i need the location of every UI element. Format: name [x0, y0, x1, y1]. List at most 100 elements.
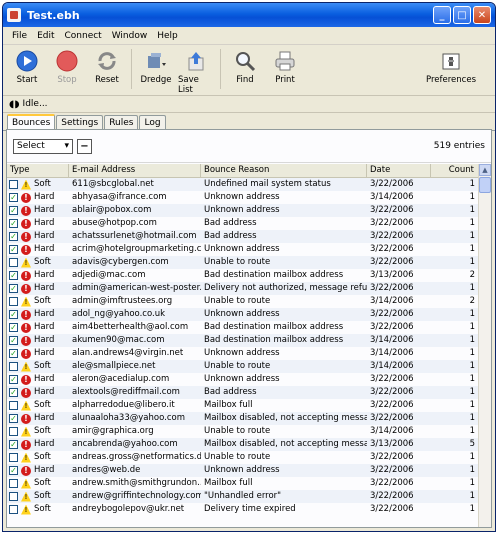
stop-button[interactable]: Stop	[49, 47, 85, 85]
select-dropdown[interactable]: Select ▾	[13, 138, 73, 154]
table-row[interactable]: ! Soft alpharredodue@libero.it Mailbox full…	[7, 399, 491, 412]
col-count[interactable]: Count	[431, 164, 479, 177]
row-checkbox[interactable]: ✓	[9, 271, 18, 280]
tab-log[interactable]: Log	[139, 115, 166, 130]
type-label: Hard	[34, 374, 55, 384]
start-button[interactable]: Start	[9, 47, 45, 85]
table-row[interactable]: ✓! Hard aleron@acedialup.com Unknown addres…	[7, 373, 491, 386]
print-button[interactable]: Print	[267, 47, 303, 85]
table-row[interactable]: ✓! Hard andres@web.de Unknown address 3/22/2…	[7, 464, 491, 477]
close-button[interactable]: ✕	[473, 6, 491, 24]
table-row[interactable]: ! Soft 611@sbcglobal.net Undefined mail sys…	[7, 178, 491, 191]
type-label: Hard	[34, 270, 55, 280]
vertical-scrollbar[interactable]: ▲	[478, 164, 491, 527]
table-row[interactable]: ✓! Hard abhyasa@ifrance.com Unknown address…	[7, 191, 491, 204]
row-checkbox[interactable]	[9, 427, 18, 436]
table-row[interactable]: ✓! Hard abuse@hotpop.com Bad address 3/22/20…	[7, 217, 491, 230]
table-row[interactable]: ! Soft admin@imftrustees.org Unable to rout…	[7, 295, 491, 308]
tab-rules[interactable]: Rules	[104, 115, 139, 130]
table-row[interactable]: ! Soft andreybogolepov@ukr.net Delivery tim…	[7, 503, 491, 516]
warning-icon: !	[21, 296, 31, 307]
table-row[interactable]: ✓! Hard alunaaloha33@yahoo.com Mailbox disa…	[7, 412, 491, 425]
type-cell: ! Soft	[7, 503, 69, 516]
table-row[interactable]: ✓! Hard aim4betterhealth@aol.com Bad destin…	[7, 321, 491, 334]
date-cell: 3/22/2006	[370, 205, 414, 215]
count-cell: 1	[469, 179, 475, 189]
reason-cell: Unknown address	[204, 309, 280, 319]
row-checkbox[interactable]	[9, 180, 18, 189]
row-checkbox[interactable]: ✓	[9, 193, 18, 202]
dredge-button[interactable]: Dredge	[138, 47, 174, 85]
scroll-thumb[interactable]	[479, 177, 491, 193]
table-row[interactable]: ! Soft andrew.smith@smithgrundon.... Mailbo…	[7, 477, 491, 490]
menu-help[interactable]: Help	[152, 31, 183, 41]
row-checkbox[interactable]: ✓	[9, 336, 18, 345]
reset-button[interactable]: Reset	[89, 47, 125, 85]
table-row[interactable]: ! Soft ale@smallpiece.net Unable to route 3/…	[7, 360, 491, 373]
table-row[interactable]: ✓! Hard akumen90@mac.com Bad destination ma…	[7, 334, 491, 347]
row-checkbox[interactable]	[9, 401, 18, 410]
preferences-button[interactable]: Preferences	[421, 47, 481, 85]
table-row[interactable]: ✓! Hard acrim@hotelgroupmarketing.com Unkno…	[7, 243, 491, 256]
menu-file[interactable]: File	[7, 31, 32, 41]
table-row[interactable]: ✓! Hard adjedi@mac.com Bad destination mail…	[7, 269, 491, 282]
col-date[interactable]: Date	[367, 164, 431, 177]
row-checkbox[interactable]	[9, 492, 18, 501]
minimize-button[interactable]: _	[433, 6, 451, 24]
row-checkbox[interactable]	[9, 453, 18, 462]
table-row[interactable]: ✓! Hard alan.andrews4@virgin.net Unknown ad…	[7, 347, 491, 360]
table-row[interactable]: ✓! Hard ablair@pobox.com Unknown address 3/2…	[7, 204, 491, 217]
type-cell: ✓! Hard	[7, 438, 69, 451]
table-row[interactable]: ! Soft andreas.gross@netformatics.de Unable…	[7, 451, 491, 464]
scroll-up-icon[interactable]: ▲	[479, 164, 491, 176]
count-cell: 1	[469, 361, 475, 371]
row-checkbox[interactable]: ✓	[9, 414, 18, 423]
table-row[interactable]: ✓! Hard adol_ng@yahoo.co.uk Unknown address…	[7, 308, 491, 321]
menu-edit[interactable]: Edit	[32, 31, 59, 41]
date-cell: 3/22/2006	[370, 400, 414, 410]
row-checkbox[interactable]	[9, 505, 18, 514]
table-row[interactable]: ✓! Hard achatssurlenet@hotmail.com Bad addr…	[7, 230, 491, 243]
maximize-button[interactable]: □	[453, 6, 471, 24]
count-cell: 1	[469, 491, 475, 501]
row-checkbox[interactable]: ✓	[9, 375, 18, 384]
save-list-button[interactable]: Save List	[178, 47, 214, 95]
menu-window[interactable]: Window	[107, 31, 153, 41]
row-checkbox[interactable]: ✓	[9, 245, 18, 254]
row-checkbox[interactable]: ✓	[9, 310, 18, 319]
error-icon: !	[21, 231, 31, 242]
title-bar[interactable]: Test.ebh _ □ ✕	[3, 3, 495, 27]
save-icon	[184, 49, 208, 73]
col-reason[interactable]: Bounce Reason	[201, 164, 367, 177]
row-checkbox[interactable]: ✓	[9, 323, 18, 332]
row-checkbox[interactable]	[9, 479, 18, 488]
table-row[interactable]: ! Soft andrew@griffintechnology.com "Unhand…	[7, 490, 491, 503]
type-cell: ✓! Hard	[7, 334, 69, 347]
row-checkbox[interactable]: ✓	[9, 440, 18, 449]
date-cell: 3/14/2006	[370, 192, 414, 202]
table-row[interactable]: ! Soft amir@graphica.org Unable to route 3/1…	[7, 425, 491, 438]
row-checkbox[interactable]: ✓	[9, 232, 18, 241]
table-row[interactable]: ! Soft adavis@cybergen.com Unable to route 3…	[7, 256, 491, 269]
row-checkbox[interactable]: ✓	[9, 349, 18, 358]
col-type[interactable]: Type	[7, 164, 69, 177]
row-checkbox[interactable]: ✓	[9, 206, 18, 215]
row-checkbox[interactable]	[9, 297, 18, 306]
row-checkbox[interactable]	[9, 362, 18, 371]
table-row[interactable]: ✓! Hard admin@american-west-poster... Deliv…	[7, 282, 491, 295]
row-checkbox[interactable]: ✓	[9, 388, 18, 397]
row-checkbox[interactable]	[9, 258, 18, 267]
row-checkbox[interactable]: ✓	[9, 284, 18, 293]
tab-settings[interactable]: Settings	[56, 115, 104, 130]
row-checkbox[interactable]: ✓	[9, 219, 18, 228]
table-row[interactable]: ✓! Hard alextools@rediffmail.com Bad addres…	[7, 386, 491, 399]
find-button[interactable]: Find	[227, 47, 263, 85]
row-checkbox[interactable]: ✓	[9, 466, 18, 475]
menu-connect[interactable]: Connect	[60, 31, 107, 41]
col-email[interactable]: E-mail Address	[69, 164, 201, 177]
remove-button[interactable]: −	[77, 138, 92, 154]
table-row[interactable]: ✓! Hard ancabrenda@yahoo.com Mailbox disabl…	[7, 438, 491, 451]
type-cell: ✓! Hard	[7, 321, 69, 334]
status-text: Idle...	[22, 99, 48, 109]
reason-cell: Unknown address	[204, 465, 280, 475]
